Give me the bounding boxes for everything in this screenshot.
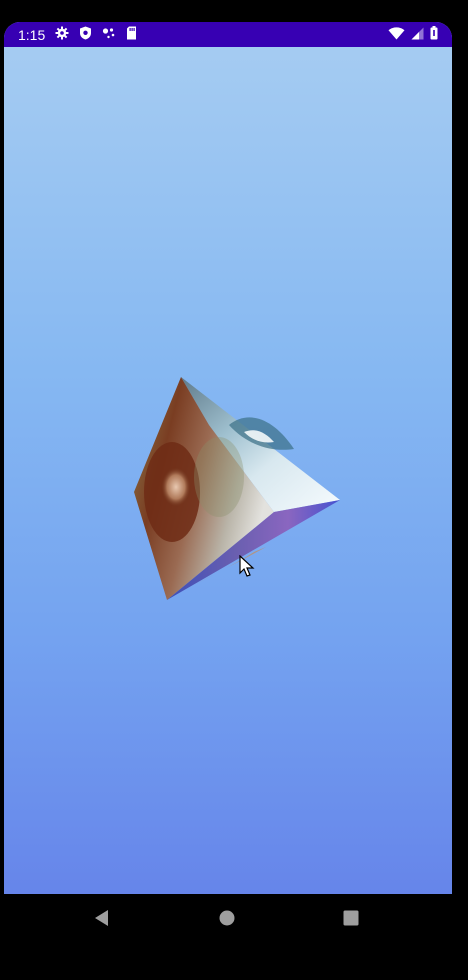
status-bar: 1:15 (4, 22, 452, 47)
back-icon[interactable] (82, 894, 122, 942)
status-time: 1:15 (18, 26, 46, 43)
assistant-dots-icon (102, 26, 116, 43)
cell-signal-icon (411, 27, 424, 43)
status-bar-right (388, 26, 438, 43)
cube-viewport[interactable] (4, 47, 452, 894)
navigation-bar (0, 894, 468, 980)
app-screen: 1:15 (4, 22, 452, 894)
shield-icon (79, 26, 92, 43)
device-frame: 1:15 (0, 0, 468, 980)
battery-icon (430, 26, 438, 43)
wifi-icon (388, 26, 405, 43)
mouse-cursor-icon (239, 555, 255, 577)
settings-icon (55, 26, 69, 43)
image-cube[interactable] (4, 47, 452, 894)
sd-card-icon (126, 26, 137, 43)
home-icon[interactable] (207, 894, 247, 942)
recents-icon[interactable] (331, 894, 371, 942)
status-bar-left: 1:15 (18, 26, 137, 43)
